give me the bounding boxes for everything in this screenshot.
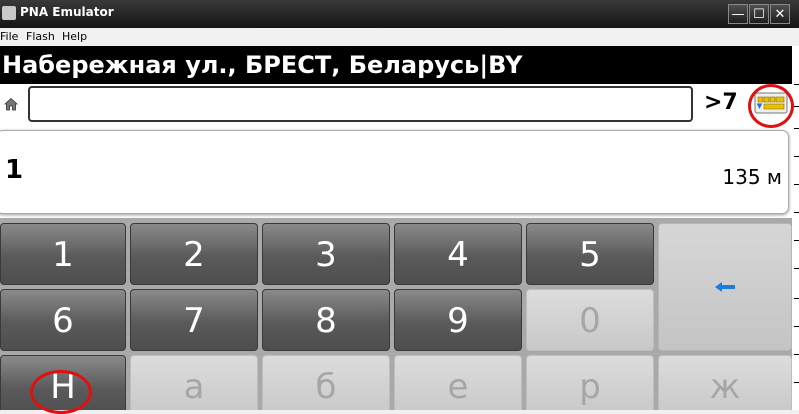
key-n[interactable]: Н	[0, 355, 126, 410]
menu-help[interactable]: Help	[62, 30, 87, 43]
backspace-key[interactable]	[658, 223, 792, 351]
window-title: PNA Emulator	[20, 5, 114, 19]
tick-mark	[794, 298, 799, 299]
key-1[interactable]: 1	[0, 223, 126, 285]
keyboard: 1 2 3 4 5 6 7 8 9 0 Н а б е р ж	[0, 218, 792, 410]
menu-file[interactable]: File	[0, 30, 18, 43]
search-input[interactable]	[28, 86, 693, 122]
key-b[interactable]: б	[262, 355, 390, 410]
key-6[interactable]: 6	[0, 289, 126, 351]
result-distance: 135 м	[722, 165, 782, 189]
tick-mark	[794, 268, 799, 269]
keyboard-mode-icon[interactable]	[754, 92, 788, 114]
key-5[interactable]: 5	[526, 223, 654, 285]
result-item[interactable]: 1 135 м	[0, 130, 789, 214]
key-a[interactable]: а	[130, 355, 258, 410]
emulator-screen: Набережная ул., БРЕСТ, Беларусь|BY >7 1 …	[0, 46, 792, 410]
tick-mark	[794, 240, 799, 241]
tick-mark	[794, 128, 799, 129]
key-0[interactable]: 0	[526, 289, 654, 351]
key-7[interactable]: 7	[130, 289, 258, 351]
tick-mark	[794, 212, 799, 213]
tick-mark	[794, 184, 799, 185]
tick-mark	[794, 84, 799, 85]
home-icon[interactable]	[4, 97, 18, 111]
tick-mark	[794, 382, 799, 383]
tick-mark	[794, 156, 799, 157]
maximize-button[interactable]: ☐	[749, 4, 769, 24]
key-9[interactable]: 9	[394, 289, 522, 351]
key-e[interactable]: е	[394, 355, 522, 410]
key-r[interactable]: р	[526, 355, 654, 410]
app-icon	[2, 6, 16, 20]
minimize-button[interactable]: —	[728, 4, 748, 24]
results-count[interactable]: >7	[704, 90, 738, 115]
address-text: Набережная ул., БРЕСТ, Беларусь|BY	[2, 51, 523, 79]
key-zh[interactable]: ж	[658, 355, 792, 410]
tick-mark	[794, 326, 799, 327]
key-3[interactable]: 3	[262, 223, 390, 285]
menu-bar: File Flash Help	[0, 28, 799, 46]
menu-flash[interactable]: Flash	[26, 30, 55, 43]
tick-mark	[794, 106, 799, 107]
address-header: Набережная ул., БРЕСТ, Беларусь|BY	[0, 46, 792, 84]
right-strip	[792, 46, 799, 410]
tick-mark	[794, 354, 799, 355]
key-4[interactable]: 4	[394, 223, 522, 285]
result-number: 1	[5, 155, 24, 185]
key-8[interactable]: 8	[262, 289, 390, 351]
close-button[interactable]: ✕	[770, 4, 790, 24]
arrow-left-icon	[715, 282, 735, 292]
window-title-bar[interactable]: PNA Emulator — ☐ ✕	[0, 0, 799, 28]
key-2[interactable]: 2	[130, 223, 258, 285]
